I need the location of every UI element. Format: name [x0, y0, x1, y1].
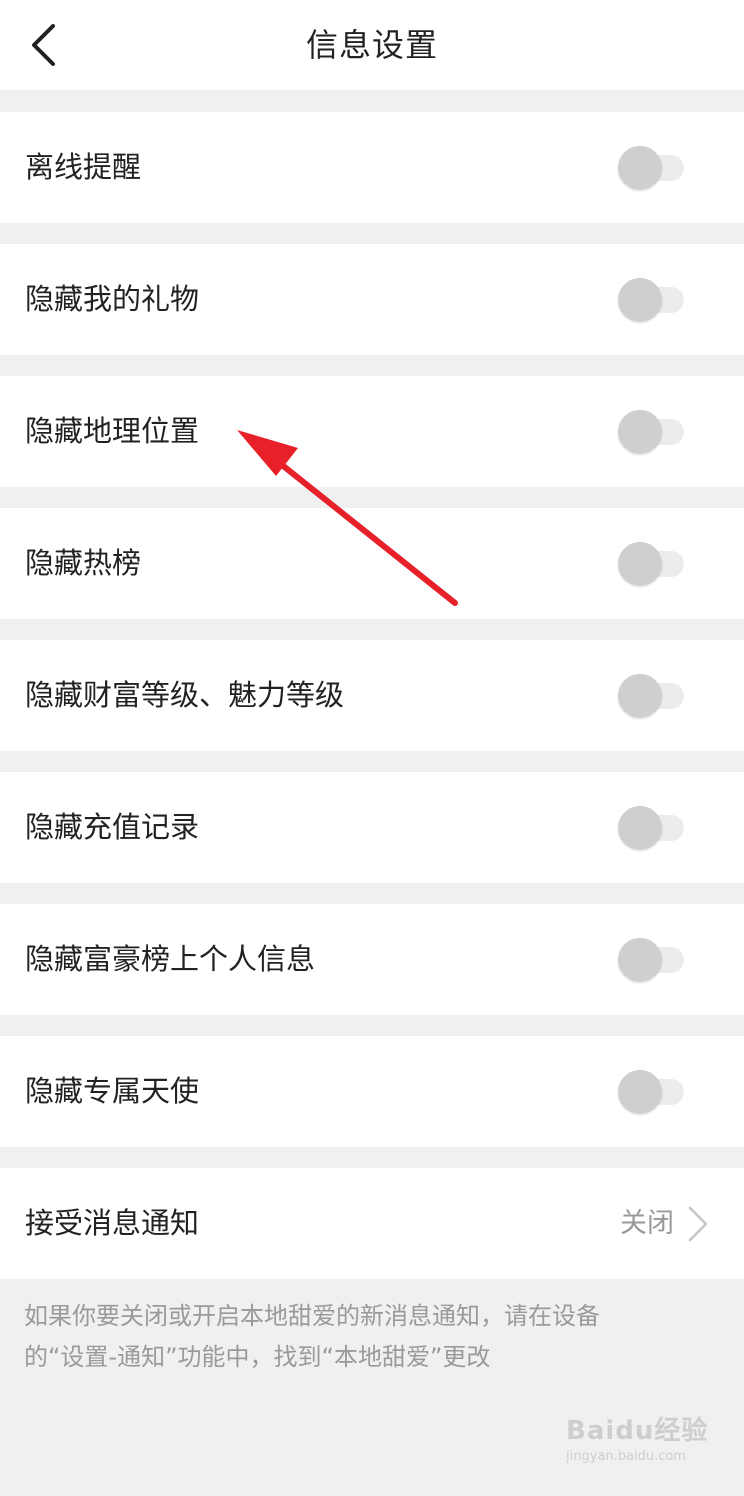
setting-row-hide-angel: 隐藏专属天使 [0, 1036, 744, 1147]
toggle-knob [618, 938, 662, 982]
help-text-line: 的“设置-通知”功能中，找到“本地甜爱”更改 [24, 1343, 491, 1371]
top-bar: 信息设置 [0, 0, 744, 90]
setting-row-hide-recharge: 隐藏充值记录 [0, 772, 744, 883]
hide-levels-toggle[interactable] [618, 674, 686, 718]
hide-location-toggle[interactable] [618, 410, 686, 454]
toggle-knob [618, 542, 662, 586]
setting-label: 隐藏财富等级、魅力等级 [25, 678, 345, 712]
setting-label: 隐藏地理位置 [25, 414, 200, 448]
setting-row-hide-gifts: 隐藏我的礼物 [0, 244, 744, 355]
watermark-url: jingyan.baidu.com [566, 1449, 686, 1464]
setting-label: 隐藏富豪榜上个人信息 [25, 942, 316, 976]
setting-row-hide-hot-list: 隐藏热榜 [0, 508, 744, 619]
baidu-watermark: Baidu经验 jingyan.baidu.com [566, 1410, 716, 1480]
setting-row-offline-reminder: 离线提醒 [0, 112, 744, 223]
chevron-right-icon [688, 1206, 708, 1242]
toggle-knob [618, 146, 662, 190]
hide-recharge-toggle[interactable] [618, 806, 686, 850]
setting-row-message-notification[interactable]: 接受消息通知 关闭 [0, 1168, 744, 1279]
toggle-knob [618, 278, 662, 322]
help-text-line: 如果你要关闭或开启本地甜爱的新消息通知，请在设备 [24, 1302, 600, 1330]
notification-status: 关闭 [620, 1208, 674, 1239]
hide-rich-list-info-toggle[interactable] [618, 938, 686, 982]
offline-reminder-toggle[interactable] [618, 146, 686, 190]
notification-help-text: 如果你要关闭或开启本地甜爱的新消息通知，请在设备 的“设置-通知”功能中，找到“… [24, 1296, 714, 1378]
hide-hot-list-toggle[interactable] [618, 542, 686, 586]
setting-label: 离线提醒 [25, 150, 142, 184]
setting-label: 隐藏充值记录 [25, 810, 200, 844]
hide-gifts-toggle[interactable] [618, 278, 686, 322]
setting-label: 接受消息通知 [25, 1206, 200, 1240]
watermark-logo-text: Baidu经验 [566, 1416, 709, 1446]
setting-row-hide-rich-list-info: 隐藏富豪榜上个人信息 [0, 904, 744, 1015]
setting-row-hide-levels: 隐藏财富等级、魅力等级 [0, 640, 744, 751]
hide-angel-toggle[interactable] [618, 1070, 686, 1114]
setting-label: 隐藏我的礼物 [25, 282, 200, 316]
setting-row-hide-location: 隐藏地理位置 [0, 376, 744, 487]
toggle-knob [618, 674, 662, 718]
setting-label: 隐藏专属天使 [25, 1074, 200, 1108]
setting-label: 隐藏热榜 [25, 546, 142, 580]
toggle-knob [618, 410, 662, 454]
toggle-knob [618, 1070, 662, 1114]
toggle-knob [618, 806, 662, 850]
page-title: 信息设置 [305, 26, 438, 64]
